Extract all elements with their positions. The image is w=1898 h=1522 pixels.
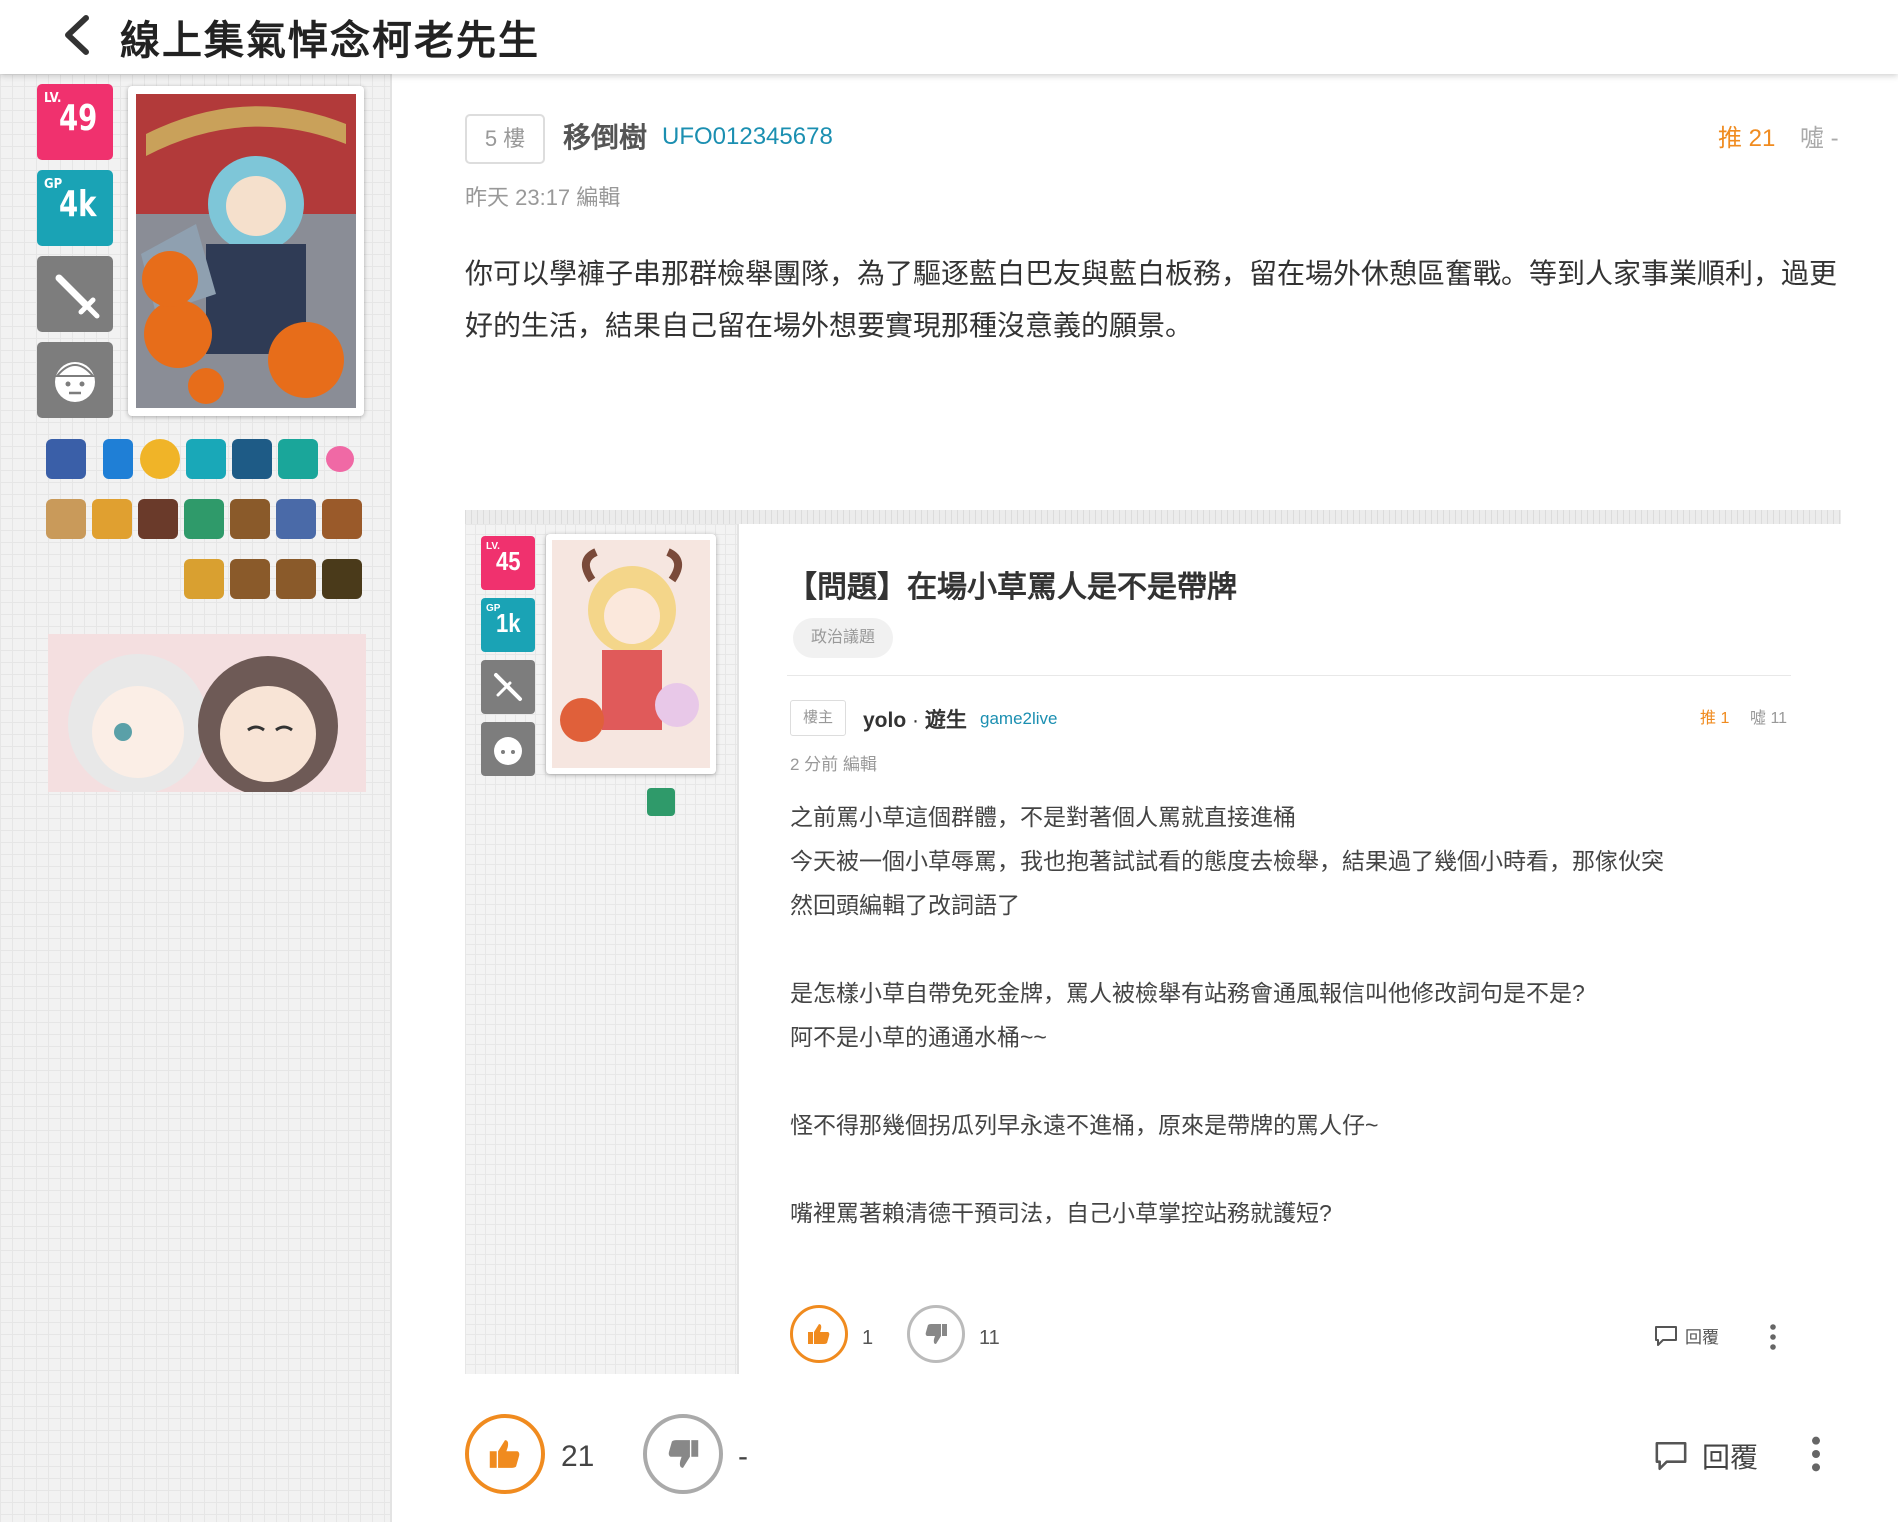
gp-badge: GP 1k <box>481 598 535 652</box>
quoted-author[interactable]: yolo · 遊生 <box>863 704 967 734</box>
author-id[interactable]: UFO012345678 <box>662 123 833 151</box>
reply-button[interactable]: 回覆 <box>1652 1436 1758 1476</box>
badge-icon[interactable] <box>138 499 178 539</box>
thumbs-up-icon <box>808 1324 830 1344</box>
boo-count[interactable]: 噓 11 <box>1750 704 1787 728</box>
author-name[interactable]: 移倒樹 <box>563 116 647 156</box>
back-arrow-icon[interactable] <box>58 12 98 58</box>
push-count[interactable]: 推 21 <box>1718 118 1775 153</box>
author-sidebar: LV. 49 GP 4k <box>0 74 392 1522</box>
badge-icon[interactable] <box>322 559 362 599</box>
badge-icon[interactable] <box>46 499 86 539</box>
badge-icon[interactable] <box>647 788 675 816</box>
sword-icon[interactable] <box>37 256 113 332</box>
divider <box>787 675 1791 676</box>
level-badge: LV. 45 <box>481 536 535 590</box>
heart-icon[interactable] <box>326 446 354 472</box>
floor-tag: 樓主 <box>790 700 846 736</box>
face-icon[interactable] <box>481 722 535 776</box>
dislike-count: 11 <box>979 1327 1000 1349</box>
top-bar: 線上集氣悼念柯老先生 <box>0 0 1898 74</box>
gp-badge: GP 4k <box>37 170 113 246</box>
badge-icon[interactable] <box>46 439 86 479</box>
like-count: 1 <box>862 1327 874 1349</box>
badge-icon[interactable] <box>232 439 272 479</box>
badge-icon[interactable] <box>184 499 224 539</box>
badge-icon[interactable] <box>92 499 132 539</box>
page-title: 線上集氣悼念柯老先生 <box>120 19 540 63</box>
card-top-border <box>465 510 1841 524</box>
badge-icon[interactable] <box>278 439 318 479</box>
badge-icon[interactable] <box>276 559 316 599</box>
badge-icon[interactable] <box>186 439 226 479</box>
tool-icon[interactable] <box>481 660 535 714</box>
floor-number[interactable]: 5 樓 <box>465 114 545 164</box>
comment-icon <box>1655 1441 1687 1471</box>
quoted-author-id[interactable]: game2live <box>980 709 1058 729</box>
quoted-post-card[interactable]: LV. 45 GP 1k 【問題】在場小草罵人是不是帶牌 政治議題 樓主 yol… <box>465 510 1841 1374</box>
post-body: 你可以學褲子串那群檢舉團隊，為了驅逐藍白巴友與藍白板務，留在場外休憩區奮戰。等到… <box>465 258 1838 341</box>
more-options-icon[interactable] <box>1808 1434 1824 1479</box>
quoted-meta: 2 分前 編輯 <box>790 755 877 774</box>
quoted-body: 之前罵小草這個群體，不是對著個人罵就直接進桶 今天被一個小草辱罵，我也抱著試試看… <box>790 804 1664 1226</box>
badge-icon[interactable] <box>276 499 316 539</box>
comment-icon <box>1655 1325 1677 1346</box>
badge-icon[interactable] <box>230 499 270 539</box>
reply-button[interactable]: 回覆 <box>1653 1323 1719 1348</box>
author-avatar[interactable] <box>128 86 364 416</box>
badge-icon[interactable] <box>322 499 362 539</box>
coin-icon[interactable] <box>140 439 180 479</box>
thumbs-up-button[interactable] <box>790 1305 848 1363</box>
thumbs-down-icon <box>668 1440 699 1468</box>
dislike-count: - <box>738 1440 748 1473</box>
thumbs-up-icon <box>489 1440 520 1468</box>
like-count: 21 <box>561 1440 595 1473</box>
thumbs-up-button[interactable] <box>465 1414 545 1494</box>
level-badge: LV. 49 <box>37 84 113 160</box>
topic-chip[interactable]: 政治議題 <box>793 618 894 658</box>
badge-icon[interactable] <box>230 559 270 599</box>
badge-icon[interactable] <box>184 559 224 599</box>
thumbs-down-button[interactable] <box>643 1414 723 1494</box>
thumbs-down-icon <box>925 1324 947 1344</box>
boo-count[interactable]: 噓 - <box>1800 118 1839 153</box>
post-meta: 昨天 23:17 編輯 <box>465 185 621 210</box>
thumbs-down-button[interactable] <box>907 1305 965 1363</box>
quoted-author-sidebar: LV. 45 GP 1k <box>465 524 739 1374</box>
more-options-icon[interactable] <box>1767 1322 1779 1357</box>
face-icon[interactable] <box>37 342 113 418</box>
phone-icon[interactable] <box>103 439 133 479</box>
signature-image <box>48 634 366 792</box>
push-count[interactable]: 推 1 <box>1700 704 1729 728</box>
quoted-title[interactable]: 【問題】在場小草罵人是不是帶牌 <box>787 562 1237 606</box>
quoted-author-avatar[interactable] <box>546 534 716 774</box>
